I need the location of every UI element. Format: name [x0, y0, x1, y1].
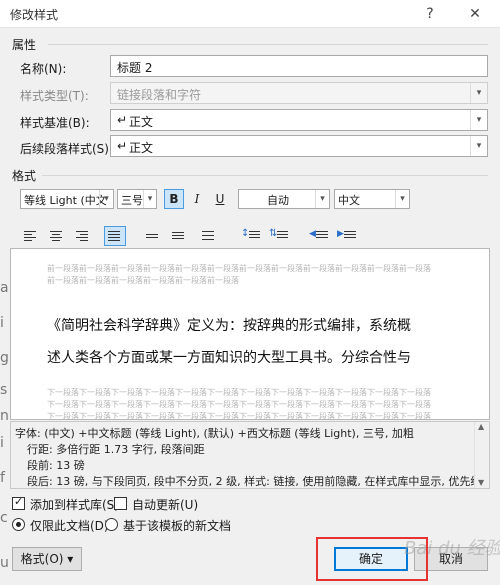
chevron-down-icon: ▾: [470, 110, 487, 130]
paragraph-mark-icon: ↵: [117, 139, 128, 153]
next-style-label: 后续段落样式(S):: [20, 142, 114, 156]
background-document-edge: a i g s n i f c u: [0, 270, 10, 580]
font-value: 等线 Light (中文: [24, 194, 107, 207]
chevron-down-icon: ▾: [143, 190, 156, 208]
auto-update-label: 自动更新(U): [132, 498, 199, 512]
single-spacing-icon[interactable]: [142, 226, 164, 246]
checkmark-icon: ✓: [14, 495, 24, 508]
properties-divider: [48, 44, 488, 45]
next-paragraph-text: 下一段落下一段落下一段落下一段落下一段落下一段落下一段落下一段落下一段落下一段落…: [47, 412, 431, 420]
previous-paragraph-text: 前一段落前一段落前一段落前一段落前一段落前一段落: [47, 276, 239, 285]
font-color-select[interactable]: 自动 ▾: [238, 189, 330, 209]
align-right-icon[interactable]: [72, 226, 94, 246]
format-divider: [42, 175, 488, 176]
description-scrollbar[interactable]: ▲ ▼: [474, 422, 489, 488]
background-char: f: [0, 470, 5, 486]
background-char: g: [0, 350, 9, 366]
chevron-down-icon: ▾: [315, 190, 329, 208]
chevron-down-icon: ▾: [99, 190, 113, 208]
add-to-gallery-checkbox[interactable]: ✓: [12, 495, 25, 510]
description-line: 段后: 13 磅, 与下段同页, 段中不分页, 2 级, 样式: 链接, 使用前…: [27, 475, 486, 488]
template-documents-radio[interactable]: [105, 518, 118, 531]
background-char: u: [0, 555, 9, 571]
sample-text-line: 述人类各个方面或某一方面知识的大型工具书。分综合性与: [47, 350, 411, 366]
background-char: a: [0, 280, 9, 296]
font-size-select[interactable]: 三号 ▾: [117, 189, 157, 209]
sample-text-line: 《简明社会科学辞典》定义为：按辞典的形式编排，系统概: [47, 318, 411, 334]
underline-button[interactable]: U: [210, 189, 230, 209]
help-button[interactable]: ?: [410, 0, 450, 28]
increase-paragraph-spacing-icon[interactable]: ↕: [240, 226, 262, 246]
script-select[interactable]: 中文 ▾: [334, 189, 410, 209]
font-color-value: 自动: [267, 194, 289, 207]
style-based-select[interactable]: ↵ 正文 ▾: [110, 109, 488, 131]
previous-paragraph-text: 前一段落前一段落前一段落前一段落前一段落前一段落前一段落前一段落前一段落前一段落…: [47, 264, 431, 273]
style-based-value: 正文: [129, 115, 154, 129]
scroll-down-icon[interactable]: ▼: [478, 478, 484, 487]
style-preview-panel: 前一段落前一段落前一段落前一段落前一段落前一段落前一段落前一段落前一段落前一段落…: [10, 248, 490, 420]
background-char: i: [0, 315, 4, 331]
chevron-down-icon: ▾: [395, 190, 409, 208]
next-style-select[interactable]: ↵ 正文 ▾: [110, 135, 488, 157]
description-line: 行距: 多倍行距 1.73 字行, 段落间距: [27, 443, 205, 456]
justify-icon[interactable]: [104, 226, 126, 246]
double-spacing-icon[interactable]: [198, 226, 220, 246]
align-center-icon[interactable]: [46, 226, 68, 246]
close-button[interactable]: ✕: [455, 0, 495, 28]
one-half-spacing-icon[interactable]: [168, 226, 190, 246]
style-type-label: 样式类型(T):: [20, 89, 89, 103]
dialog-title-bar: 修改样式 ? ✕: [0, 0, 500, 28]
font-select[interactable]: 等线 Light (中文 ▾: [20, 189, 114, 209]
format-menu-button[interactable]: 格式(O) ▾: [12, 547, 82, 571]
format-group-label: 格式: [12, 169, 37, 183]
next-paragraph-text: 下一段落下一段落下一段落下一段落下一段落下一段落下一段落下一段落下一段落下一段落…: [47, 400, 431, 409]
italic-button[interactable]: I: [187, 189, 207, 209]
only-this-document-label: 仅限此文档(D): [30, 519, 109, 533]
name-label: 名称(N):: [20, 62, 67, 76]
name-input[interactable]: 标题 2: [110, 55, 488, 77]
add-to-gallery-label: 添加到样式库(S): [30, 498, 119, 512]
description-line: 字体: (中文) +中文标题 (等线 Light), (默认) +西文标题 (等…: [15, 427, 414, 440]
only-this-document-radio[interactable]: [12, 518, 25, 531]
baidu-watermark: Bai du 经验: [404, 538, 500, 559]
chevron-down-icon: ▾: [470, 136, 487, 156]
background-char: n: [0, 408, 9, 424]
scroll-up-icon[interactable]: ▲: [478, 422, 484, 431]
template-documents-label: 基于该模板的新文档: [123, 519, 232, 533]
dialog-title: 修改样式: [10, 8, 59, 22]
decrease-paragraph-spacing-icon[interactable]: ⇅: [268, 226, 290, 246]
style-description: 字体: (中文) +中文标题 (等线 Light), (默认) +西文标题 (等…: [10, 421, 490, 489]
style-type-value: 链接段落和字符: [117, 88, 202, 102]
style-based-label: 样式基准(B):: [20, 116, 90, 130]
chevron-down-icon: ▾: [470, 83, 487, 103]
background-char: i: [0, 435, 4, 451]
align-left-icon[interactable]: [20, 226, 42, 246]
auto-update-checkbox[interactable]: [114, 497, 127, 510]
background-char: c: [0, 510, 8, 526]
background-char: s: [0, 382, 8, 398]
properties-group-label: 属性: [12, 38, 37, 52]
next-paragraph-text: 下一段落下一段落下一段落下一段落下一段落下一段落下一段落下一段落下一段落下一段落…: [47, 388, 431, 397]
script-value: 中文: [338, 194, 360, 207]
decrease-indent-icon[interactable]: ◀: [308, 226, 330, 246]
next-style-value: 正文: [129, 141, 154, 155]
style-type-select[interactable]: 链接段落和字符 ▾: [110, 82, 488, 104]
font-size-value: 三号: [121, 194, 143, 207]
bold-button[interactable]: B: [164, 189, 184, 209]
increase-indent-icon[interactable]: ▶: [336, 226, 358, 246]
paragraph-mark-icon: ↵: [117, 113, 128, 127]
description-line: 段前: 13 磅: [27, 459, 85, 472]
name-input-value: 标题 2: [117, 61, 153, 75]
